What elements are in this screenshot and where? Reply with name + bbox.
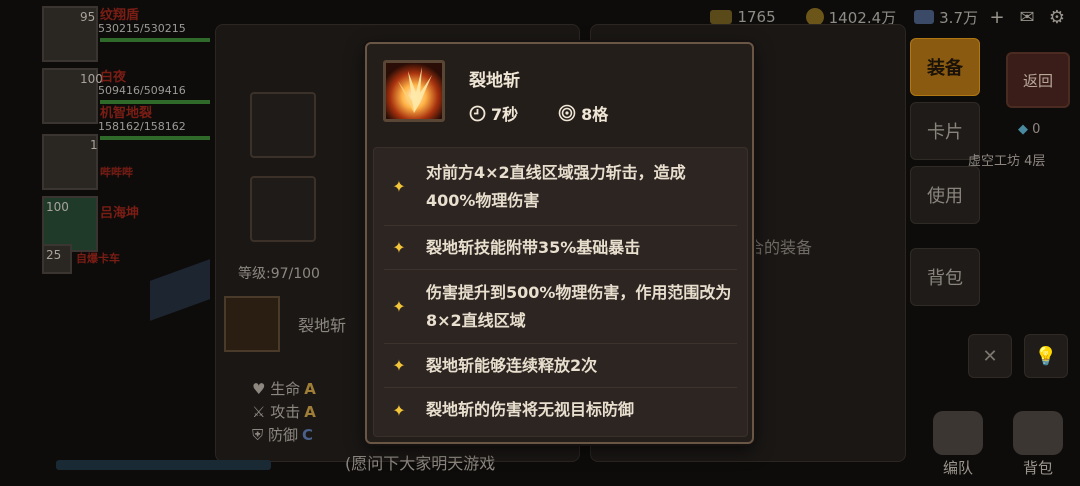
member-name: 哔哔哔	[100, 166, 133, 179]
member-name: 纹翔盾	[100, 8, 140, 23]
tab-use[interactable]: 使用	[910, 166, 980, 224]
stat-attack: ⚔ 攻击 A	[252, 401, 316, 424]
member-level: 25	[46, 248, 62, 262]
member-hp: 158162/158162	[98, 120, 186, 133]
grid-toggle-icon[interactable]: ✕	[968, 334, 1012, 378]
inventory-hint: 合的装备	[748, 238, 813, 257]
shield-icon: ⛨	[252, 426, 269, 444]
stat-label: 防御	[268, 426, 299, 444]
sword-icon: ⚔	[252, 403, 271, 421]
entry-text: 裂地斩技能附带35%基础暴击	[426, 237, 641, 257]
stat-hp: ♥ 生命 A	[252, 378, 316, 401]
star-icon: ✦	[392, 297, 406, 316]
diamond-value: 3.7万	[939, 8, 978, 27]
skill-name: 裂地斩	[298, 316, 347, 335]
member-name: 白夜	[100, 70, 127, 85]
back-button[interactable]: 返回	[1006, 52, 1070, 108]
skill-title: 裂地斩	[469, 71, 520, 91]
list-item: ✦ 对前方4×2直线区域强力斩击，造成400%物理伤害	[384, 148, 737, 226]
backpack-label: 背包	[1022, 459, 1053, 477]
diamond-icon	[914, 10, 935, 24]
skill-row[interactable]: 裂地斩	[224, 296, 346, 352]
gem-icon: ◆	[1018, 122, 1033, 137]
backpack-icon	[1013, 411, 1063, 455]
chat-message[interactable]: (愿问下大家明天游戏	[345, 450, 495, 474]
skill-upgrade-list: ✦ 对前方4×2直线区域强力斩击，造成400%物理伤害 ✦ 裂地斩技能附带35%…	[373, 147, 748, 437]
list-item: ✦ 伤害提升到500%物理伤害，作用范围改为8×2直线区域	[384, 270, 737, 344]
gem-counter: ◆ 0	[1018, 122, 1040, 137]
skill-tooltip: 裂地斩 7秒 8格 ✦ 对前方4×2直线区域强力斩击，造成400%物理伤害 ✦ …	[365, 42, 754, 444]
star-icon: ✦	[392, 238, 406, 257]
entry-text: 裂地斩能够连续释放2次	[426, 355, 598, 375]
stat-defense: ⛨ 防御 C	[252, 424, 316, 447]
stat-grade: A	[304, 403, 316, 421]
range-value: 8格	[581, 105, 609, 124]
gem-count: 0	[1032, 122, 1041, 137]
backpack-button[interactable]: 背包	[1006, 408, 1070, 478]
member-name: 吕海坤	[100, 206, 140, 221]
formation-label: 编队	[942, 459, 973, 477]
mail-icon[interactable]: ✉	[1016, 6, 1038, 28]
target-icon	[558, 104, 576, 122]
tab-backpack[interactable]: 背包	[910, 248, 980, 306]
weapon-slot[interactable]	[250, 92, 316, 158]
floor-label: 虚空工坊 4层	[968, 154, 1046, 169]
stat-grade: A	[304, 380, 316, 398]
accessory-slot[interactable]	[250, 176, 316, 242]
list-item: ✦ 裂地斩能够连续释放2次	[384, 344, 737, 388]
member-name: 自爆卡车	[76, 252, 120, 265]
equipment-stats: ♥ 生命 A ⚔ 攻击 A ⛨ 防御 C	[252, 378, 316, 447]
tab-equipment[interactable]: 装备	[910, 38, 980, 96]
lightbulb-icon[interactable]: 💡	[1024, 334, 1068, 378]
list-item: ✦ 裂地斩技能附带35%基础暴击	[384, 226, 737, 270]
formation-button[interactable]: 编队	[926, 408, 990, 478]
team-member[interactable]: 1 哔哔哔	[40, 134, 180, 194]
member-hp: 530215/530215	[98, 22, 186, 35]
ground-slash-skill-icon	[383, 60, 445, 122]
cooldown-meta: 7秒	[469, 101, 518, 125]
star-icon: ✦	[392, 356, 406, 375]
member-name: 机智地裂	[100, 106, 153, 121]
cooldown-value: 7秒	[491, 105, 519, 124]
scene-block	[150, 259, 210, 321]
equipment-level: 等级:97/100	[238, 266, 320, 282]
skill-meta: 7秒 8格	[469, 101, 608, 125]
entry-text: 伤害提升到500%物理伤害，作用范围改为8×2直线区域	[426, 282, 732, 330]
member-hp: 509416/509416	[98, 84, 186, 97]
stat-label: 攻击	[270, 403, 301, 421]
wheat-icon	[710, 10, 733, 24]
member-level: 95	[80, 10, 96, 24]
list-item: ✦ 裂地斩的伤害将无视目标防御	[384, 388, 737, 432]
slash-skill-icon	[224, 296, 280, 352]
member-hp-bar	[100, 38, 210, 42]
clock-icon	[469, 105, 486, 121]
star-icon: ✦	[392, 400, 406, 420]
entry-text: 裂地斩的伤害将无视目标防御	[426, 400, 635, 419]
add-diamond-button[interactable]: +	[986, 6, 1008, 28]
member-level: 1	[90, 138, 98, 152]
settings-gear-icon[interactable]: ⚙	[1046, 6, 1068, 28]
heart-icon: ♥	[252, 380, 271, 398]
stat-label: 生命	[270, 380, 301, 398]
range-meta: 8格	[558, 101, 608, 125]
map-scene	[150, 240, 220, 330]
stat-grade: C	[302, 426, 314, 444]
team-member[interactable]: 95 纹翔盾 530215/530215	[40, 6, 210, 66]
member-level: 100	[46, 200, 69, 214]
star-icon: ✦	[392, 177, 406, 196]
formation-icon	[933, 411, 983, 455]
entry-text: 对前方4×2直线区域强力斩击，造成400%物理伤害	[426, 162, 686, 210]
team-scrollbar[interactable]	[56, 460, 271, 470]
diamond-resource: 3.7万	[914, 7, 978, 28]
